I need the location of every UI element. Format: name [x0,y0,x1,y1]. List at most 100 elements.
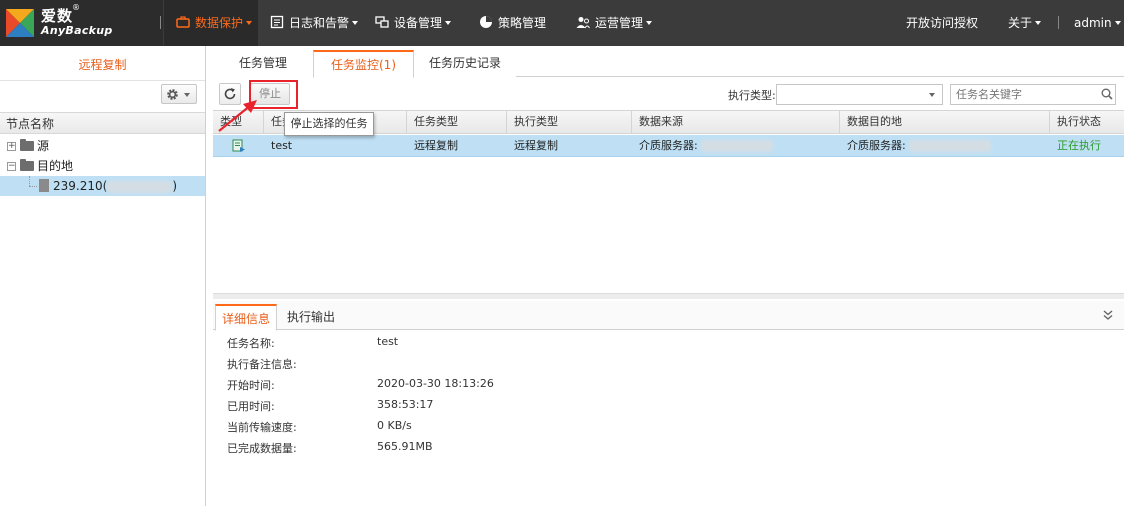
nav-open-access-authorization[interactable]: 开放访问授权 [906,0,978,46]
field-value-transfer-speed: 0 KB/s [377,419,412,432]
folder-icon [20,139,34,151]
exec-type-label: 执行类型: [728,89,776,102]
column-header-type[interactable]: 类型 [213,111,264,133]
log-icon [270,15,284,29]
logo-registered: ® [72,3,80,12]
top-nav-bar: 爱数 ® AnyBackup 数据保护 日志和告警 设备管理 策略管理 运营管理… [0,0,1124,46]
task-copy-icon [232,139,245,152]
nav-logs-alerts[interactable]: 日志和告警 [270,0,359,46]
redacted-text [909,140,992,152]
chevron-down-icon [929,93,935,97]
tab-execution-output[interactable]: 执行输出 [279,304,343,330]
policy-icon [480,16,492,28]
logo-text-cn: 爱数 [41,7,74,25]
double-chevron-down-icon[interactable] [1102,309,1114,321]
chevron-down-icon [184,93,190,97]
field-value-elapsed-time: 358:53:17 [377,398,434,411]
tree-node-source[interactable]: + 源 [0,136,205,156]
settings-button[interactable] [161,84,197,104]
nav-label: 运营管理 [595,16,644,30]
column-header-exec-type[interactable]: 执行类型 [507,111,632,133]
main-tabs: 任务管理 任务监控(1) 任务历史记录 [213,50,1124,78]
app-logo[interactable]: 爱数 ® AnyBackup [0,0,163,46]
tree-line [29,176,30,186]
detail-tabs: 详细信息 执行输出 [213,301,1124,331]
tree-node-label: 239.210( [53,179,108,193]
table-row[interactable]: test 远程复制 远程复制 介质服务器: 介质服务器: 正在执行 [213,135,1124,157]
nav-operations-management[interactable]: 运营管理 [576,0,653,46]
nav-label: 策略管理 [498,16,547,30]
tree-line [29,186,37,187]
nav-policy-management[interactable]: 策略管理 [479,0,546,46]
device-icon [375,16,389,28]
nav-label: 设备管理 [394,16,443,30]
tab-details[interactable]: 详细信息 [215,304,277,331]
logo-text-en: AnyBackup [41,24,113,37]
tab-task-management[interactable]: 任务管理 [213,50,313,77]
tree-node-label: 目的地 [37,159,74,173]
stop-button[interactable]: 停止 [250,83,290,105]
nav-label: 关于 [1008,16,1033,30]
field-label-exec-notes: 执行备注信息: [227,358,297,371]
tab-task-monitor[interactable]: 任务监控(1) [313,50,414,78]
chevron-down-icon [352,21,359,25]
search-icon[interactable] [1101,88,1113,100]
field-value-start-time: 2020-03-30 18:13:26 [377,377,494,390]
cell-task-type: 远程复制 [414,139,458,152]
field-label-task-name: 任务名称: [227,337,275,350]
tree-node-label: 源 [37,139,50,153]
briefcase-icon [176,16,190,28]
field-label-completed-data: 已完成数据量: [227,442,297,455]
tab-task-history[interactable]: 任务历史记录 [414,50,516,77]
column-header-data-source[interactable]: 数据来源 [632,111,840,133]
nav-about[interactable]: 关于 [1008,0,1042,46]
expand-toggle[interactable]: + [7,142,16,151]
chevron-down-icon [1114,21,1121,25]
nav-user-menu[interactable]: admin [1074,0,1121,46]
column-header-task-type[interactable]: 任务类型 [407,111,507,133]
field-label-start-time: 开始时间: [227,379,275,392]
column-header-data-destination[interactable]: 数据目的地 [840,111,1050,133]
user-name: admin [1074,16,1112,30]
task-name-search-input[interactable] [950,84,1116,105]
server-node-icon [39,179,49,192]
cell-data-destination-label: 介质服务器: [847,139,906,152]
refresh-button[interactable] [219,83,241,105]
tree-node-label-suffix: ) [172,179,177,193]
cell-data-source: 介质服务器: [632,135,774,157]
left-panel: 远程复制 节点名称 + 源 − 目的地 239.210() [0,46,206,506]
users-icon [576,17,590,29]
detail-body: 任务名称: test 执行备注信息: 开始时间: 2020-03-30 18:1… [213,331,1124,506]
divider [0,80,205,81]
cell-data-destination: 介质服务器: [840,135,992,157]
panel-splitter[interactable] [213,293,1124,299]
stop-tooltip: 停止选择的任务 [284,112,374,136]
nav-label: 日志和告警 [289,16,350,30]
cell-data-source-label: 介质服务器: [639,139,698,152]
nav-separator [1058,16,1059,29]
exec-type-select[interactable] [776,84,943,105]
cell-exec-type: 远程复制 [514,139,558,152]
collapse-toggle[interactable]: − [7,162,16,171]
field-label-transfer-speed: 当前传输速度: [227,421,297,434]
redacted-text [107,180,173,193]
chevron-down-icon [1035,21,1042,25]
refresh-icon [224,88,236,100]
nav-device-management[interactable]: 设备管理 [375,0,452,46]
logo-mark-icon [6,9,34,37]
field-label-elapsed-time: 已用时间: [227,400,275,413]
nav-label: 数据保护 [195,16,244,30]
folder-open-icon [20,159,34,171]
tree-node-destination[interactable]: − 目的地 [0,156,205,176]
redacted-text [701,140,774,152]
tree-node-server[interactable]: 239.210() [0,176,205,196]
field-value-task-name: test [377,335,399,348]
column-header-exec-status[interactable]: 执行状态 [1050,111,1124,133]
panel-title: 远程复制 [78,58,127,72]
chevron-down-icon [445,21,452,25]
cell-exec-status: 正在执行 [1057,139,1101,152]
nav-separator [160,16,161,29]
field-value-completed-data: 565.91MB [377,440,433,453]
cell-task-name: test [271,139,293,152]
nav-data-protection[interactable]: 数据保护 [164,0,258,46]
